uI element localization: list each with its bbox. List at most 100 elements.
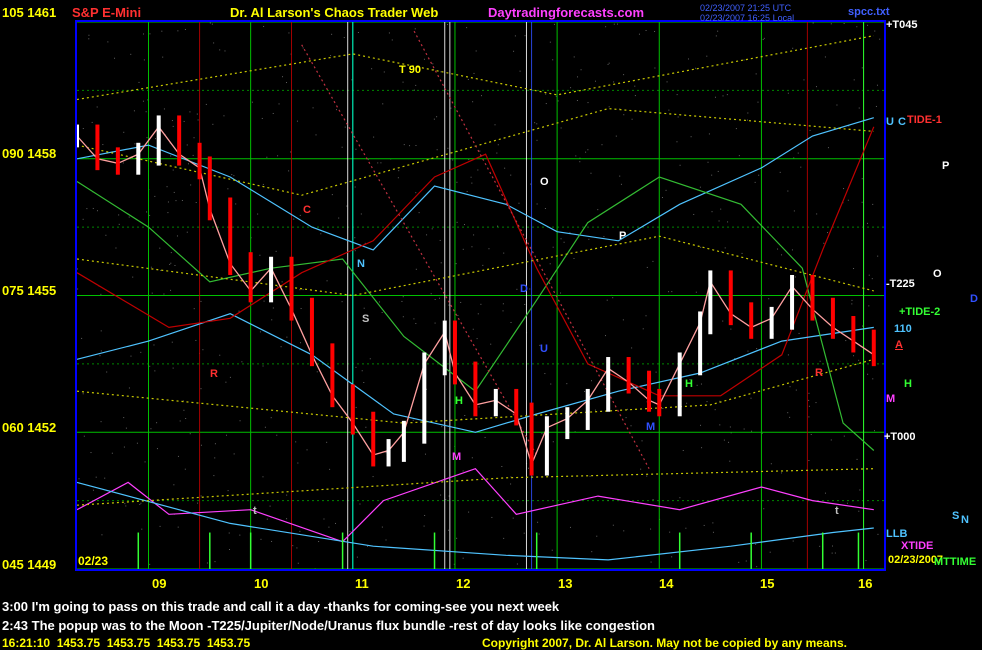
chart-label-c: C [303,204,311,216]
website-link[interactable]: Daytradingforecasts.com [488,6,644,19]
background-dot [671,291,673,293]
background-dot [858,107,860,109]
background-dot [665,189,667,191]
background-dot [251,101,253,103]
background-dot [503,537,505,539]
background-dot [874,30,876,32]
background-dot [552,441,554,443]
price-bar [386,439,391,467]
background-dot [354,237,356,239]
background-dot [789,416,791,418]
price-bar [289,256,294,321]
background-dot [631,347,633,349]
background-dot [763,508,765,510]
price-bar [228,197,233,275]
background-dot [171,341,173,343]
background-dot [385,539,387,541]
background-dot [606,299,608,301]
right-label-c: C [898,116,906,128]
background-dot [758,174,760,176]
background-dot [677,116,679,118]
background-dot [604,335,606,337]
background-dot [170,155,172,157]
background-dot [77,268,79,270]
background-dot [473,234,475,236]
background-dot [763,37,765,39]
background-dot [306,449,308,451]
background-dot [402,81,404,83]
background-dot [132,276,134,278]
chart-label-m: M [452,451,462,463]
background-dot [871,278,873,280]
background-dot [197,502,199,504]
background-dot [413,318,415,320]
background-dot [594,80,596,82]
background-dot [177,30,179,32]
background-dot [338,217,340,219]
background-dot [354,250,356,252]
x-axis-tick: 14 [659,576,674,591]
background-dot [323,518,325,520]
background-dot [793,210,795,212]
background-dot [171,120,173,122]
background-dot [82,218,84,220]
background-dot [879,38,881,40]
background-dot [488,248,490,250]
background-dot [144,461,146,463]
background-dot [482,264,484,266]
background-dot [472,328,474,330]
background-dot [873,430,875,432]
background-dot [107,41,109,43]
x-axis-start-date: 02/23 [78,554,109,568]
background-dot [867,222,869,224]
background-dot [259,254,261,256]
background-dot [645,315,647,317]
background-dot [192,154,194,156]
background-dot [434,322,436,324]
background-dot [812,22,814,24]
background-dot [293,218,295,220]
background-dot [787,354,789,356]
background-dot [524,303,526,305]
background-dot [177,526,179,528]
background-dot [263,300,265,302]
background-dot [700,246,702,248]
background-dot [473,72,475,74]
background-dot [876,84,878,86]
background-dot [450,107,452,109]
background-dot [213,475,215,477]
background-dot [700,424,702,426]
background-dot [836,104,838,106]
price-bar [565,407,570,440]
background-dot [792,540,794,542]
background-dot [413,89,415,91]
background-dot [286,82,288,84]
background-dot [858,359,860,361]
background-dot [875,105,877,107]
background-dot [573,258,575,260]
background-dot [136,442,138,444]
background-dot [819,360,821,362]
chart-label-h2: H [685,378,693,390]
background-dot [627,408,629,410]
background-dot [227,188,229,190]
background-dot [831,552,833,554]
background-dot [504,167,506,169]
price-bar [529,402,534,476]
background-dot [238,310,240,312]
background-dot [552,246,554,248]
background-dot [730,328,732,330]
background-dot [745,560,747,562]
background-dot [343,37,345,39]
background-dot [174,264,176,266]
right-label-xtide: XTIDE [901,540,934,552]
background-dot [320,233,322,235]
background-dot [728,441,730,443]
background-dot [823,242,825,244]
background-dot [622,319,624,321]
background-dot [209,22,211,24]
background-dot [456,181,458,183]
background-dot [877,255,879,257]
background-dot [858,510,860,512]
background-dot [714,96,716,98]
